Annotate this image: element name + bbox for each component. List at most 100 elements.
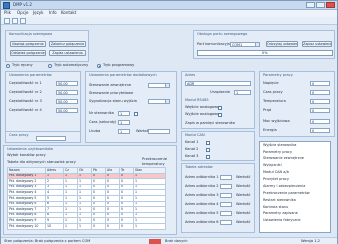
save-settings-button[interactable]: Zapisz ustawienia (49, 50, 86, 56)
addr-select-2[interactable] (220, 184, 232, 189)
addr-value-2: Wartość (236, 184, 251, 188)
connect-button[interactable]: Nawiąż połączenie (10, 41, 46, 47)
chevron-down-icon (165, 84, 169, 87)
controller-no-input[interactable]: 1 (118, 111, 130, 116)
can-ch2-checkbox[interactable] (206, 148, 210, 152)
analog-in-checkbox[interactable] (218, 106, 222, 110)
list-item[interactable]: Ustawienia fabryczne (260, 218, 330, 225)
can-group: Moduł CAN Kanał 1 Kanał 2 Kanał 3 (181, 131, 255, 161)
menu-info[interactable]: Info (49, 11, 57, 15)
close-button[interactable] (326, 2, 335, 8)
status-right: Wersja 1.2 (301, 238, 320, 243)
menu-kontakt[interactable]: Kontakt (61, 11, 76, 15)
ext-control-select[interactable] (148, 83, 170, 88)
list-item[interactable]: Alarmy i zabezpieczenia (260, 183, 330, 190)
analog-in-label: Wejście analogowe (185, 105, 220, 109)
time-label: Czas (sekundy) (89, 120, 117, 124)
device-label: Urządzenie (210, 90, 231, 94)
right-input-3[interactable]: 0 (310, 99, 330, 104)
addr-value-5: Wartość (236, 211, 251, 215)
toolbar (1, 17, 337, 25)
value-input[interactable] (148, 129, 170, 134)
right-settings-caption: Parametry pracy (263, 73, 293, 77)
param-input-1[interactable]: 50.00 (56, 81, 78, 86)
signal-select[interactable] (148, 99, 170, 104)
param-input-3[interactable]: 50.00 (56, 99, 78, 104)
work-time-input[interactable] (36, 136, 66, 141)
write-settings-button[interactable]: Zapisz ustawienia (302, 41, 332, 47)
refresh-button[interactable]: Odśwież połączenie (10, 50, 46, 56)
port-value: COM1 (232, 43, 243, 47)
table-cell[interactable]: 1 (63, 222, 78, 230)
count-input[interactable]: 1 (118, 129, 130, 134)
mode-program-radio[interactable] (97, 64, 101, 68)
mode-auto-radio[interactable] (48, 64, 52, 68)
addr-select-4[interactable] (220, 202, 232, 207)
list-item[interactable]: Wyłączniki (260, 163, 330, 170)
mode-manual-radio[interactable] (6, 64, 10, 68)
table-cell[interactable]: 0 (91, 222, 106, 230)
list-item[interactable]: Sterowanie zewnętrzne (260, 156, 330, 163)
minimize-button[interactable] (306, 2, 315, 8)
addr-select-6[interactable] (220, 220, 232, 225)
addr-select-3[interactable] (220, 193, 232, 198)
address-input[interactable]: ADR (185, 81, 251, 86)
analog-out-checkbox[interactable] (218, 113, 222, 117)
controller-no-label: Nr sterownika (89, 111, 114, 115)
menu-opcje[interactable]: Opcje (17, 11, 28, 15)
title-bar: DMP v1.2 (1, 1, 337, 10)
user-table-note: Tabela dla aktywnych stanowisk pracy (7, 160, 76, 164)
menu-jezyk[interactable]: Język (33, 11, 43, 15)
menu-plik[interactable]: Plik (4, 11, 11, 15)
right-extra-input-1[interactable]: 0 (310, 119, 330, 124)
settings-icon[interactable] (20, 18, 26, 24)
port-select[interactable]: COM1 (230, 42, 260, 47)
right-input-1[interactable]: 0 (310, 81, 330, 86)
can-ch3-checkbox[interactable] (206, 155, 210, 159)
addr-row-2: Adres odbiornika 2 (185, 184, 219, 188)
serial-port-caption: Obsługa portu szeregowego (197, 32, 248, 36)
addr-row-3: Adres odbiornika 3 (185, 193, 219, 197)
table-cell[interactable]: 0 (105, 222, 120, 230)
param-input-2[interactable]: 50.00 (56, 90, 78, 95)
disconnect-button[interactable]: Zakończ połączenie (49, 41, 86, 47)
list-item[interactable]: Kontrola stanu (260, 204, 330, 211)
time-input[interactable]: 1 (118, 120, 130, 125)
right-extra-input-2[interactable]: 0 (310, 128, 330, 133)
right-input-2[interactable]: 0 (310, 90, 330, 95)
addr-value-4: Wartość (236, 202, 251, 206)
table-cell[interactable]: 1 (133, 222, 166, 230)
port-label: Port komunikacyjny (197, 42, 233, 46)
open-icon[interactable] (4, 18, 10, 24)
priority-label: Sterowanie priorytetowe (89, 91, 134, 95)
table-cell[interactable]: 0 (119, 222, 134, 230)
right-label-2: Czas pracy (263, 90, 283, 94)
table-cell[interactable]: Pkt. dostępowy 10 (7, 222, 46, 230)
addr-select-5[interactable] (220, 211, 232, 216)
right-label-3: Temperatura (263, 99, 286, 103)
list-item[interactable]: Parametry pracy (260, 149, 330, 156)
read-settings-button[interactable]: Odczytaj ustawienia (266, 41, 298, 47)
list-item[interactable]: Moduł CAN a/b (260, 170, 330, 177)
save-icon[interactable] (12, 18, 18, 24)
list-item[interactable]: Przekroczenie parametrów (260, 190, 330, 197)
addr-select-1[interactable] (220, 175, 232, 180)
maximize-button[interactable] (316, 2, 325, 8)
device-input[interactable]: 1 (234, 90, 251, 95)
list-item[interactable]: Priorytet pracy (260, 176, 330, 183)
addr-value-1: Wartość (236, 175, 251, 179)
list-item[interactable]: Wyjście sterownika (260, 142, 330, 149)
controller-checkbox[interactable] (134, 112, 138, 116)
table-row[interactable]: Pkt. dostępowy 10 10 1 1 0 0 0 1 (7, 222, 166, 230)
table-cell[interactable]: 1 (77, 222, 92, 230)
addr-row-4: Adres odbiornika 4 (185, 202, 219, 206)
list-item[interactable]: Restart sterownika (260, 197, 330, 204)
param-input-4[interactable]: 50.00 (56, 108, 78, 113)
mode-manual-label: Tryb ręczny (12, 63, 33, 67)
can-ch1-checkbox[interactable] (206, 141, 210, 145)
list-item[interactable]: Parametry zapisane (260, 211, 330, 218)
function-listbox[interactable]: Wyjście sterownika Parametry pracy Sterowa… (259, 141, 331, 233)
right-input-4[interactable]: 0 (310, 108, 330, 113)
table-cell[interactable]: 10 (45, 222, 64, 230)
user-table-caption: Ustawienia użytkowników (7, 147, 54, 151)
